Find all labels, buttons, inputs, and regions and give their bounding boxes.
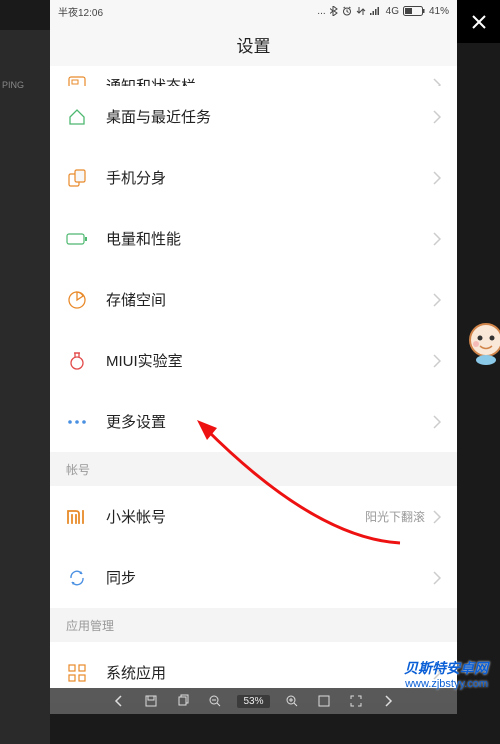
chevron-right-icon [433, 171, 441, 185]
tool-next[interactable] [378, 691, 398, 711]
data-icon [356, 6, 366, 16]
tool-fit[interactable] [314, 691, 334, 711]
row-label: 更多设置 [106, 411, 433, 432]
row-desktop[interactable]: 桌面与最近任务 [50, 86, 457, 147]
row-xiaomi-account[interactable]: 小米帐号 阳光下翻滚 [50, 486, 457, 547]
row-label: 电量和性能 [106, 228, 433, 249]
row-dual-apps[interactable]: 手机分身 [50, 147, 457, 208]
page-title: 设置 [237, 32, 271, 57]
close-icon [471, 14, 487, 30]
tool-zoom-in[interactable] [282, 691, 302, 711]
viewer-toolbar: 53% [50, 688, 457, 714]
chevron-right-icon [433, 110, 441, 124]
row-label: 存储空间 [106, 289, 433, 310]
battery-perf-icon [66, 228, 88, 250]
bluetooth-icon [330, 6, 338, 16]
row-notifications[interactable]: 通知和状态栏 [50, 66, 457, 86]
close-button[interactable] [457, 0, 500, 43]
mascot-decoration [464, 318, 500, 366]
row-storage[interactable]: 存储空间 [50, 269, 457, 330]
phone-frame: 半夜12:06 ... 4G 41% 设置 [50, 0, 457, 714]
status-bar: 半夜12:06 ... 4G 41% [50, 0, 457, 22]
chevron-right-icon [433, 354, 441, 368]
row-label: 小米帐号 [106, 506, 365, 527]
watermark-url: www.zjbstyy.com [404, 678, 488, 690]
watermark-title: 贝斯特安卓网 [404, 658, 488, 678]
sync-icon [66, 567, 88, 589]
flask-icon [66, 350, 88, 372]
alarm-icon [342, 6, 352, 16]
signal-icon [370, 6, 382, 16]
status-time: 半夜12:06 [58, 4, 317, 19]
page-header: 设置 [50, 22, 457, 66]
home-icon [66, 106, 88, 128]
chevron-right-icon [433, 293, 441, 307]
row-sync[interactable]: 同步 [50, 547, 457, 608]
section-label: 帐号 [66, 461, 90, 478]
more-icon: ... [317, 6, 325, 17]
tool-prev[interactable] [109, 691, 129, 711]
row-label: MIUI实验室 [106, 350, 433, 371]
chevron-right-icon [433, 415, 441, 429]
row-label: 通知和状态栏 [106, 75, 433, 87]
network-label: 4G [386, 6, 399, 17]
watermark: 贝斯特安卓网 www.zjbstyy.com [404, 658, 488, 690]
battery-percent: 41% [429, 6, 449, 17]
section-label: 应用管理 [66, 617, 114, 634]
row-label: 手机分身 [106, 167, 433, 188]
chevron-right-icon [433, 232, 441, 246]
storage-icon [66, 289, 88, 311]
row-battery[interactable]: 电量和性能 [50, 208, 457, 269]
tool-save[interactable] [141, 691, 161, 711]
status-indicators: ... 4G 41% [317, 6, 449, 17]
row-subtext: 阳光下翻滚 [365, 508, 425, 525]
sidebar-label: PING [2, 80, 24, 90]
chevron-right-icon [433, 78, 441, 86]
settings-list: 通知和状态栏 桌面与最近任务 手机分身 [50, 66, 457, 703]
tool-zoom-out[interactable] [205, 691, 225, 711]
section-account: 帐号 [50, 452, 457, 486]
row-label: 系统应用 [106, 662, 433, 683]
more-dots-icon [66, 411, 88, 433]
row-miui-lab[interactable]: MIUI实验室 [50, 330, 457, 391]
outer-sidebar: PING [0, 30, 50, 744]
row-label: 桌面与最近任务 [106, 106, 433, 127]
tool-fullscreen[interactable] [346, 691, 366, 711]
row-label: 同步 [106, 567, 433, 588]
tool-copy[interactable] [173, 691, 193, 711]
dual-apps-icon [66, 167, 88, 189]
section-app-management: 应用管理 [50, 608, 457, 642]
battery-icon [403, 6, 425, 16]
row-more-settings[interactable]: 更多设置 [50, 391, 457, 452]
chevron-right-icon [433, 510, 441, 524]
apps-grid-icon [66, 662, 88, 684]
chevron-right-icon [433, 571, 441, 585]
mi-logo-icon [66, 506, 88, 528]
zoom-level: 53% [237, 695, 269, 708]
notifications-icon [66, 74, 88, 86]
